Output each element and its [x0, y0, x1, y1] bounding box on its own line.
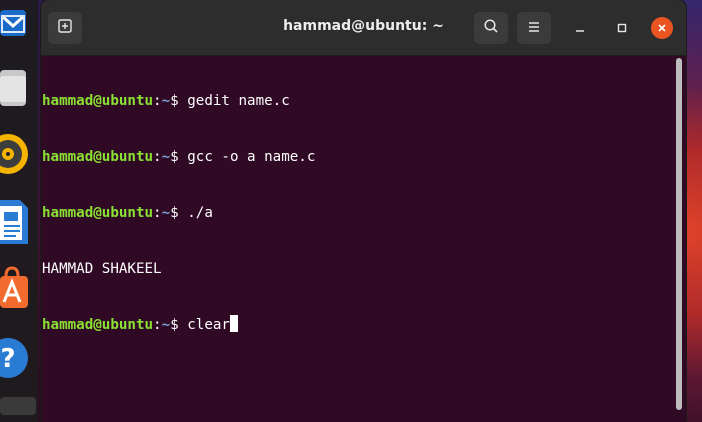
search-icon: [483, 18, 499, 38]
prompt-user: hammad@ubuntu: [42, 204, 154, 221]
terminal-line: hammad@ubuntu:~$ gcc -o a name.c: [42, 148, 674, 167]
files-icon[interactable]: [0, 66, 30, 110]
software-center-icon[interactable]: [0, 266, 30, 314]
terminal-line: hammad@ubuntu:~$ ./a: [42, 204, 674, 223]
dock: ?: [0, 0, 38, 422]
close-button[interactable]: [651, 17, 673, 39]
maximize-icon: [616, 19, 628, 38]
command-text: gedit name.c: [187, 93, 290, 110]
prompt-path: ~: [161, 317, 171, 334]
prompt-symbol: $: [170, 317, 188, 334]
prompt-path: ~: [161, 148, 171, 165]
minimize-button[interactable]: [569, 17, 591, 39]
titlebar: hammad@ubuntu: ~: [41, 0, 686, 56]
hamburger-menu-icon: [527, 19, 541, 38]
prompt-path: ~: [161, 204, 171, 221]
terminal-window: hammad@ubuntu: ~ hammad@ubuntu:~$ gedit …: [41, 0, 686, 422]
menu-button[interactable]: [517, 12, 551, 44]
rhythmbox-icon[interactable]: [0, 132, 30, 176]
svg-text:?: ?: [0, 344, 15, 374]
text-cursor: [229, 315, 238, 333]
show-applications-button[interactable]: [0, 397, 36, 415]
prompt-colon: :: [153, 317, 162, 334]
prompt-user: hammad@ubuntu: [42, 148, 154, 165]
prompt-user: hammad@ubuntu: [42, 93, 154, 110]
terminal-line: HAMMAD SHAKEEL: [42, 260, 674, 279]
prompt-symbol: $: [170, 93, 188, 110]
prompt-colon: :: [153, 93, 162, 110]
scrollbar[interactable]: [676, 58, 682, 410]
prompt-colon: :: [153, 204, 162, 221]
command-text: gcc -o a name.c: [187, 148, 316, 165]
terminal-output[interactable]: hammad@ubuntu:~$ gedit name.c hammad@ubu…: [41, 55, 674, 422]
prompt-user: hammad@ubuntu: [42, 317, 154, 334]
prompt-symbol: $: [170, 204, 188, 221]
command-text: ./a: [187, 204, 213, 221]
terminal-line: hammad@ubuntu:~$ clear: [42, 315, 674, 334]
libreoffice-writer-icon[interactable]: [0, 198, 30, 246]
search-button[interactable]: [474, 12, 508, 44]
command-text: clear: [187, 317, 230, 334]
help-icon[interactable]: ?: [0, 336, 30, 380]
minimize-icon: [574, 19, 586, 38]
thunderbird-icon[interactable]: [0, 2, 30, 42]
terminal-line: hammad@ubuntu:~$ gedit name.c: [42, 92, 674, 111]
prompt-path: ~: [161, 93, 171, 110]
prompt-symbol: $: [170, 148, 188, 165]
maximize-button[interactable]: [611, 17, 633, 39]
program-output: HAMMAD SHAKEEL: [42, 260, 162, 277]
close-icon: [656, 19, 668, 38]
prompt-colon: :: [153, 148, 162, 165]
